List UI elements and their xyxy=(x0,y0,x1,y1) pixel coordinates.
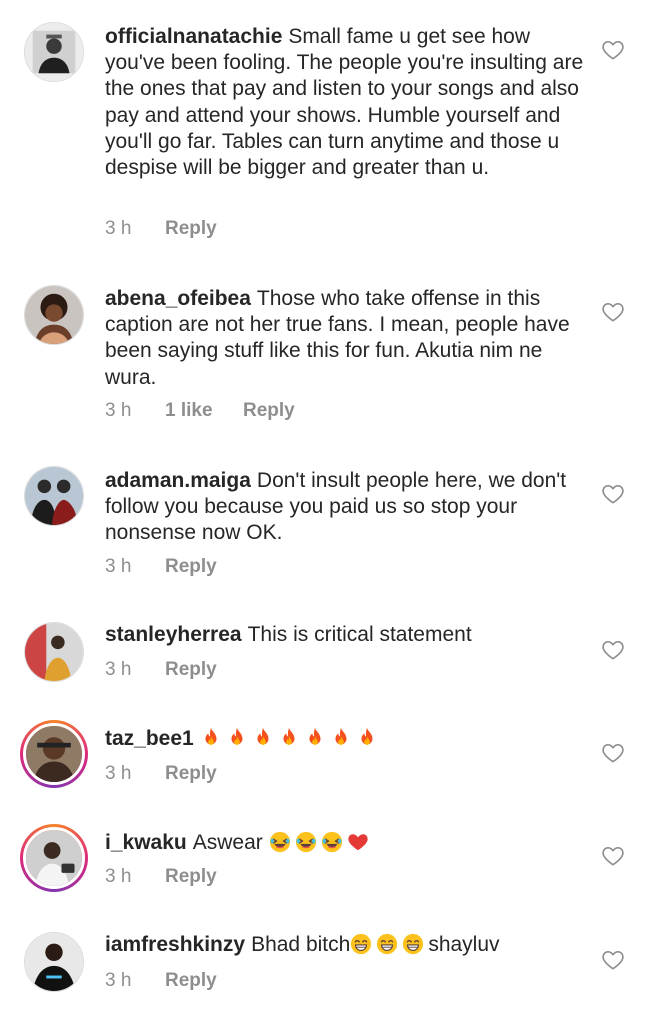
comment-text: officialnanatachie Small fame u get see h… xyxy=(105,24,585,181)
grin-emoji xyxy=(402,933,424,955)
comment-body: Small fame u get see how you've been foo… xyxy=(105,25,584,180)
fire-emoji xyxy=(356,727,378,749)
comment-meta: 3 h Reply xyxy=(105,763,217,785)
avatar[interactable] xyxy=(24,466,84,526)
comment-body: Bhad bitch xyxy=(251,933,351,956)
rofl-emoji xyxy=(295,831,317,853)
grin-emoji xyxy=(376,933,398,955)
comment-username[interactable]: officialnanatachie xyxy=(105,25,282,48)
comment-username[interactable]: abena_ofeibea xyxy=(105,287,251,310)
rofl-emoji xyxy=(321,831,343,853)
like-heart-icon[interactable] xyxy=(602,302,624,322)
like-count[interactable]: 1 like xyxy=(165,400,243,422)
like-heart-icon[interactable] xyxy=(602,640,624,660)
avatar[interactable] xyxy=(20,720,88,788)
comment-emojis xyxy=(350,933,428,956)
reply-button[interactable]: Reply xyxy=(165,970,217,992)
comment-username[interactable]: stanleyherrea xyxy=(105,623,242,646)
comment-body: This is critical statement xyxy=(247,623,472,646)
comment-time[interactable]: 3 h xyxy=(105,556,165,578)
comment-username[interactable]: i_kwaku xyxy=(105,831,187,854)
comment-time[interactable]: 3 h xyxy=(105,400,165,422)
avatar[interactable] xyxy=(24,285,84,345)
avatar-image xyxy=(26,830,82,886)
comment-username[interactable]: adaman.maiga xyxy=(105,469,251,492)
comment-time[interactable]: 3 h xyxy=(105,970,165,992)
comment-emojis xyxy=(200,727,382,750)
reply-button[interactable]: Reply xyxy=(165,866,217,888)
comment-time[interactable]: 3 h xyxy=(105,218,165,240)
comment-text: stanleyherrea This is critical statement xyxy=(105,622,585,648)
fire-emoji xyxy=(252,727,274,749)
fire-emoji xyxy=(304,727,326,749)
comment-text: i_kwaku Aswear xyxy=(105,830,585,856)
comment-body-end: shayluv xyxy=(428,933,500,956)
fire-emoji xyxy=(330,727,352,749)
grin-emoji xyxy=(350,933,372,955)
comment-time[interactable]: 3 h xyxy=(105,763,165,785)
red-heart-emoji xyxy=(347,831,369,853)
reply-button[interactable]: Reply xyxy=(165,763,217,785)
comment-meta: 3 h Reply xyxy=(105,218,217,240)
avatar[interactable] xyxy=(24,622,84,682)
reply-button[interactable]: Reply xyxy=(165,556,217,578)
fire-emoji xyxy=(226,727,248,749)
rofl-emoji xyxy=(269,831,291,853)
comment-emojis xyxy=(269,831,373,854)
comment-meta: 3 h Reply xyxy=(105,866,217,888)
avatar[interactable] xyxy=(24,932,84,992)
comment-username[interactable]: iamfreshkinzy xyxy=(105,933,245,956)
fire-emoji xyxy=(200,727,222,749)
comment-text: taz_bee1 xyxy=(105,726,585,752)
comment-time[interactable]: 3 h xyxy=(105,659,165,681)
comment-time[interactable]: 3 h xyxy=(105,866,165,888)
avatar-image xyxy=(25,286,83,344)
reply-button[interactable]: Reply xyxy=(243,400,295,422)
avatar-image xyxy=(26,726,82,782)
reply-button[interactable]: Reply xyxy=(165,218,217,240)
like-heart-icon[interactable] xyxy=(602,950,624,970)
comment-meta: 3 h Reply xyxy=(105,970,217,992)
comment-username[interactable]: taz_bee1 xyxy=(105,727,194,750)
like-heart-icon[interactable] xyxy=(602,743,624,763)
comment-body: Aswear xyxy=(192,831,263,854)
like-heart-icon[interactable] xyxy=(602,484,624,504)
like-heart-icon[interactable] xyxy=(602,40,624,60)
avatar[interactable] xyxy=(24,22,84,82)
comment-meta: 3 h Reply xyxy=(105,556,217,578)
avatar[interactable] xyxy=(20,824,88,892)
like-heart-icon[interactable] xyxy=(602,846,624,866)
comment-text: iamfreshkinzy Bhad bitch shayluv xyxy=(105,932,585,958)
avatar-image xyxy=(25,623,83,681)
avatar-image xyxy=(25,933,83,991)
avatar-image xyxy=(25,467,83,525)
comment-meta: 3 h Reply xyxy=(105,659,217,681)
reply-button[interactable]: Reply xyxy=(165,659,217,681)
fire-emoji xyxy=(278,727,300,749)
comment-text: abena_ofeibea Those who take offense in t… xyxy=(105,286,585,391)
comment-meta: 3 h 1 like Reply xyxy=(105,400,295,422)
avatar-image xyxy=(25,23,83,81)
comment-text: adaman.maiga Don't insult people here, we… xyxy=(105,468,585,547)
